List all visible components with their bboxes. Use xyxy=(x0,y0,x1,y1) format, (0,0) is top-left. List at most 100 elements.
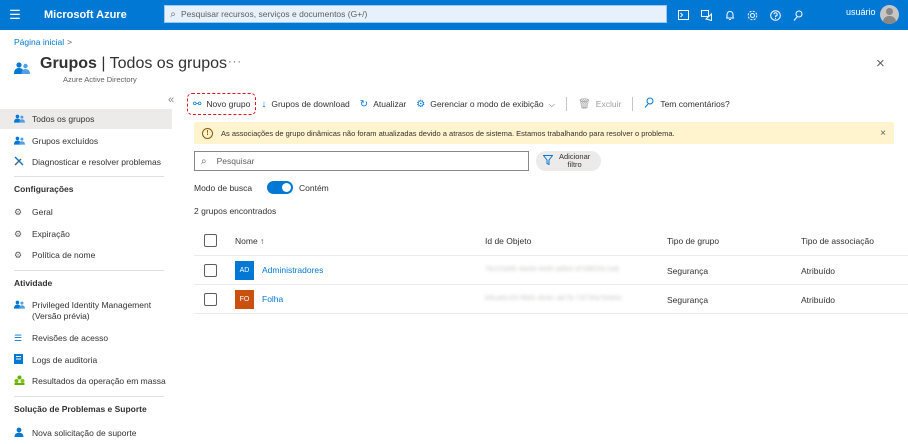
download-groups-button[interactable]: ↓ Grupos de download xyxy=(256,93,354,115)
add-group-icon: ⚯ xyxy=(193,98,202,110)
page-title-rest: | Todos os grupos xyxy=(96,55,228,72)
feedback-icon[interactable] xyxy=(787,0,810,30)
sidebar-item-label: Resultados da operação em massa xyxy=(32,376,166,386)
breadcrumb-home[interactable]: Página inicial xyxy=(14,37,64,47)
sidebar-item-naming-policy[interactable]: ⚙ Política de nome xyxy=(0,245,172,265)
sidebar-item-label: Política de nome xyxy=(32,250,96,260)
user-name[interactable]: usuário xyxy=(846,7,876,17)
sidebar-item-expiration[interactable]: ⚙ Expiração xyxy=(0,224,172,244)
sidebar-item-label-2: (Versão prévia) xyxy=(32,311,90,321)
sidebar-item-new-support-request[interactable]: Nova solicitação de suporte xyxy=(0,423,172,443)
add-filter-label: Adicionar filtro xyxy=(559,153,590,169)
refresh-icon: ↻ xyxy=(359,98,369,110)
sidebar-section-config: Configurações xyxy=(14,184,74,194)
trash-icon: 🗑 xyxy=(578,98,591,110)
search-mode-label: Modo de busca xyxy=(194,183,253,193)
object-id: 7b1f2a95-4a4d-4e6f-a8b4-d7d8f20c1a6 xyxy=(485,266,620,273)
help-icon[interactable] xyxy=(764,0,787,30)
sidebar-divider xyxy=(14,176,164,177)
feedback-button[interactable]: Tem comentários? xyxy=(639,93,734,115)
groups-icon xyxy=(14,62,30,74)
avatar[interactable] xyxy=(880,5,899,24)
search-mode-toggle[interactable] xyxy=(267,181,293,194)
sidebar-section-support: Solução de Problemas e Suporte xyxy=(14,404,147,414)
sidebar-divider xyxy=(14,270,164,271)
settings-gear-icon[interactable] xyxy=(741,0,764,30)
download-icon: ↓ xyxy=(261,98,267,110)
refresh-button[interactable]: ↻ Atualizar xyxy=(355,93,411,115)
breadcrumb[interactable]: Página inicial > xyxy=(14,37,72,47)
brand-name[interactable]: Microsoft Azure xyxy=(44,9,162,21)
sidebar-item-label: Geral xyxy=(32,207,53,217)
delete-button[interactable]: 🗑 Excluir xyxy=(573,93,626,115)
refresh-label: Atualizar xyxy=(373,99,407,109)
column-header-object-id: Id de Objeto xyxy=(485,236,532,246)
column-header-group-type: Tipo de grupo xyxy=(667,236,720,246)
toggle-knob xyxy=(282,183,291,192)
avatar-head xyxy=(886,8,893,15)
search-icon: ⌕ xyxy=(201,155,207,167)
group-name-link[interactable]: Folha xyxy=(262,294,283,304)
select-all-checkbox[interactable] xyxy=(204,234,217,247)
sidebar-item-label: Diagnosticar e resolver problemas xyxy=(32,157,161,167)
column-header-membership-type: Tipo de associação xyxy=(801,236,874,246)
sidebar-item-bulk-results[interactable]: Resultados da operação em massa xyxy=(0,371,172,391)
membership-type: Atribuído xyxy=(801,266,836,276)
header-divider xyxy=(194,255,908,256)
sidebar-item-general[interactable]: ⚙ Geral xyxy=(0,202,172,222)
sidebar-section-activity: Atividade xyxy=(14,278,53,288)
hamburger-menu-icon[interactable]: ☰ xyxy=(0,0,30,30)
sidebar-item-label: Todos os grupos xyxy=(32,114,95,124)
add-filter-label-2: filtro xyxy=(567,160,582,169)
tools-icon xyxy=(14,156,32,168)
manage-view-button[interactable]: ⚙ Gerenciar o modo de exibição ⌵ xyxy=(411,93,560,115)
more-options-icon[interactable]: ··· xyxy=(228,56,242,68)
search-mode-value: Contém xyxy=(299,183,329,193)
directory-filter-icon[interactable] xyxy=(695,0,718,30)
sidebar-item-access-reviews[interactable]: ☰ Revisões de acesso xyxy=(0,328,172,348)
feedback-label: Tem comentários? xyxy=(660,99,730,109)
membership-type: Atribuído xyxy=(801,295,836,305)
group-type: Segurança xyxy=(667,266,709,276)
log-book-icon xyxy=(14,354,32,366)
chevron-down-icon: ⌵ xyxy=(548,98,556,109)
group-avatar: FO xyxy=(235,290,254,309)
cloud-shell-icon[interactable] xyxy=(672,0,695,30)
toolbar-separator xyxy=(566,97,568,111)
gear-icon: ⚙ xyxy=(14,206,23,217)
global-search-input[interactable]: ⌕ Pesquisar recursos, serviços e documen… xyxy=(164,5,667,23)
sidebar-item-label: Grupos excluídos xyxy=(32,136,99,146)
sidebar-item-deleted-groups[interactable]: Grupos excluídos xyxy=(0,131,172,151)
group-name-link[interactable]: Administradores xyxy=(262,265,323,275)
search-icon: ⌕ xyxy=(170,8,176,20)
sidebar-item-label: Revisões de acesso xyxy=(32,333,109,343)
add-filter-button[interactable]: Adicionar filtro xyxy=(536,151,601,171)
notifications-icon[interactable] xyxy=(718,0,741,30)
column-header-name[interactable]: Nome ↑ xyxy=(235,236,264,246)
group-type: Segurança xyxy=(667,295,709,305)
warning-banner: ! As associações de grupo dinâmicas não … xyxy=(194,122,894,144)
sidebar-item-label: Logs de auditoria xyxy=(32,355,98,365)
sidebar-item-label: Privileged Identity Management xyxy=(32,300,152,310)
groups-icon xyxy=(14,136,32,147)
sidebar-item-all-groups[interactable]: Todos os grupos xyxy=(0,109,172,129)
new-group-label: Novo grupo xyxy=(206,99,251,109)
search-input[interactable]: ⌕ Pesquisar xyxy=(194,151,529,171)
close-warning-icon[interactable]: × xyxy=(880,128,886,139)
gear-icon: ⚙ xyxy=(14,228,23,239)
row-checkbox[interactable] xyxy=(204,293,217,306)
results-count: 2 grupos encontrados xyxy=(194,206,277,216)
collapse-sidebar-icon[interactable]: « xyxy=(168,94,174,106)
close-blade-icon[interactable]: × xyxy=(876,55,885,72)
group-avatar: AD xyxy=(235,261,254,280)
groups-icon xyxy=(14,114,32,125)
row-checkbox[interactable] xyxy=(204,264,217,277)
breadcrumb-separator: > xyxy=(67,37,73,47)
sidebar-item-audit-logs[interactable]: Logs de auditoria xyxy=(0,350,172,370)
groups-icon xyxy=(14,300,32,311)
sidebar-item-pim[interactable]: Privileged Identity Management (Versão p… xyxy=(0,296,172,324)
sidebar-item-diagnose[interactable]: Diagnosticar e resolver problemas xyxy=(0,152,172,172)
page-title-bold: Grupos xyxy=(40,55,97,72)
new-group-button[interactable]: ⚯ Novo grupo xyxy=(187,93,257,115)
page-title: Grupos | Todos os grupos xyxy=(40,55,227,73)
